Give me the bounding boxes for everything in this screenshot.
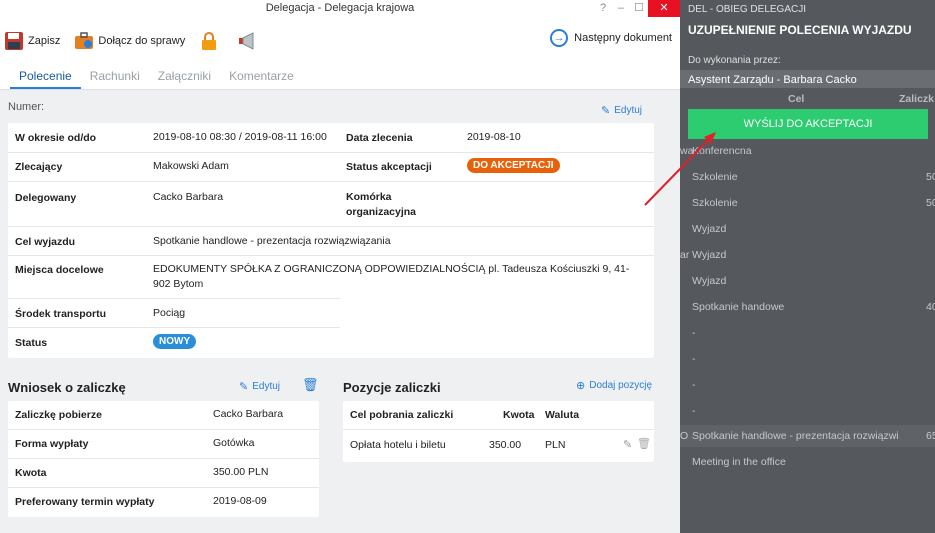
status-badge: NOWY <box>153 334 197 349</box>
edit-advance-button[interactable]: ✎ Edytuj <box>239 380 280 393</box>
delegate-label: Delegowany <box>15 192 77 204</box>
ordering-person-value: Makowski Adam <box>153 160 229 172</box>
next-document-label: Następny dokument <box>574 32 672 44</box>
assignee-value: Asystent Zarządu - Barbara Cacko <box>680 70 935 88</box>
status-label: Status <box>15 337 48 349</box>
toolbar: Zapisz Dołącz do sprawy → Następny dokum… <box>0 17 680 65</box>
pencil-icon: ✎ <box>601 105 611 117</box>
destinations-label: Miejsca docelowe <box>15 264 104 276</box>
column-header: Cel pobrania zaliczki <box>350 409 454 421</box>
pencil-icon[interactable]: ✎ <box>623 438 632 451</box>
transport-value: Pociąg <box>153 307 186 319</box>
attach-to-case-button[interactable]: Dołącz do sprawy <box>74 31 185 51</box>
assignee-label: Do wykonania przez: <box>688 55 781 66</box>
lock-icon <box>199 31 219 51</box>
pencil-icon: ✎ <box>239 381 249 393</box>
maximize-icon[interactable]: ☐ <box>630 0 648 17</box>
advance-row-value: Gotówka <box>213 437 255 449</box>
item-currency: PLN <box>545 439 566 451</box>
megaphone-button[interactable] <box>237 31 261 51</box>
advance-row-label: Forma wypłaty <box>15 438 89 450</box>
advance-row-label: Kwota <box>15 467 47 479</box>
tab-zalaczniki[interactable]: Załączniki <box>149 65 220 89</box>
edit-order-button[interactable]: ✎ Edytuj <box>601 104 642 117</box>
floppy-disk-icon <box>4 31 24 51</box>
bg-column-header: Cel <box>788 93 805 105</box>
item-amount: 350.00 <box>489 439 522 451</box>
briefcase-icon <box>74 31 94 51</box>
next-document-button[interactable]: → Następny dokument <box>550 29 672 47</box>
window-title: Delegacja - Delegacja krajowa <box>265 2 415 14</box>
advance-row-value: Cacko Barbara <box>213 408 284 420</box>
order-date-value: 2019-08-10 <box>467 131 521 143</box>
delegate-value: Cacko Barbara <box>153 191 224 203</box>
add-item-label: Dodaj pozycję <box>589 380 653 391</box>
advance-row-label: Zaliczkę pobierze <box>15 409 102 421</box>
trip-purpose-label: Cel wyjazdu <box>15 236 76 248</box>
advance-row-value: 350.00 PLN <box>213 466 269 478</box>
advance-row-label: Preferowany termin wypłaty <box>15 496 155 508</box>
title-bar: Delegacja - Delegacja krajowa ? – ☐ ✕ <box>0 0 680 17</box>
megaphone-icon <box>237 31 257 51</box>
window-controls: ? – ☐ ✕ <box>594 0 680 17</box>
help-icon[interactable]: ? <box>594 0 612 17</box>
tab-polecenie[interactable]: Polecenie <box>10 65 81 89</box>
trash-icon[interactable]: 🗑 <box>637 437 651 450</box>
advance-request-card: Zaliczkę pobierze Cacko Barbara Forma wy… <box>8 401 319 517</box>
item-purpose: Opłata hotelu i biletu <box>350 439 446 451</box>
main-window: Delegacja - Delegacja krajowa ? – ☐ ✕ Za… <box>0 0 680 533</box>
advance-request-title: Wniosek o zaliczkę <box>8 380 126 395</box>
advance-items-title: Pozycje zaliczki <box>343 380 441 395</box>
approval-status-badge: DO AKCEPTACJI <box>467 158 560 173</box>
column-header: Waluta <box>545 409 580 421</box>
advance-items-table: Cel pobrania zaliczki Kwota Waluta Opłat… <box>343 401 654 462</box>
workflow-panel: DEL - OBIEG DELEGACJI UZUPEŁNIENIE POLEC… <box>680 0 935 533</box>
plus-circle-icon: ⊕ <box>576 380 586 392</box>
save-label: Zapisz <box>28 35 61 47</box>
period-label: W okresie od/do <box>15 132 97 144</box>
close-icon[interactable]: ✕ <box>648 0 680 17</box>
send-for-approval-button[interactable]: WYŚLIJ DO AKCEPTACJI <box>688 109 928 139</box>
org-unit-label: Komórka organizacyjna <box>346 191 417 218</box>
attach-label: Dołącz do sprawy <box>98 35 186 47</box>
tab-komentarze[interactable]: Komentarze <box>220 65 303 89</box>
number-label: Numer: <box>8 101 45 113</box>
order-date-label: Data zlecenia <box>346 132 413 144</box>
period-value: 2019-08-10 08:30 / 2019-08-11 16:00 <box>153 131 327 143</box>
trash-icon[interactable]: 🗑 <box>302 377 319 393</box>
lock-button[interactable] <box>199 31 223 51</box>
approval-status-label: Status akceptacji <box>346 161 432 173</box>
advance-row-value: 2019-08-09 <box>213 495 267 507</box>
tab-bar: Polecenie Rachunki Załączniki Komentarze <box>0 65 680 90</box>
add-item-button[interactable]: ⊕ Dodaj pozycję <box>576 379 652 392</box>
bg-column-header: Zaliczk <box>899 93 935 105</box>
tab-rachunki[interactable]: Rachunki <box>81 65 149 89</box>
transport-label: Środek transportu <box>15 308 107 320</box>
edit-label: Edytuj <box>614 105 643 116</box>
panel-heading: UZUPEŁNIENIE POLECENIA WYJAZDU <box>680 17 935 47</box>
bg-row: O Spotkanie handlowe - prezentacja rozwią… <box>680 425 935 447</box>
order-details-card: W okresie od/do 2019-08-10 08:30 / 2019-… <box>8 123 654 358</box>
panel-title: DEL - OBIEG DELEGACJI <box>688 4 806 15</box>
destinations-value: EDOKUMENTY SPÓŁKA Z OGRANICZONĄ ODPOWIED… <box>153 263 630 290</box>
minimize-icon[interactable]: – <box>612 0 630 17</box>
edit-advance-label: Edytuj <box>252 381 281 392</box>
arrow-right-circle-icon: → <box>550 29 569 47</box>
column-header: Kwota <box>503 409 535 421</box>
trip-purpose-value: Spotkanie handlowe - prezentacja rozwiąz… <box>153 235 391 247</box>
ordering-person-label: Zlecający <box>15 161 63 173</box>
save-button[interactable]: Zapisz <box>4 31 60 51</box>
